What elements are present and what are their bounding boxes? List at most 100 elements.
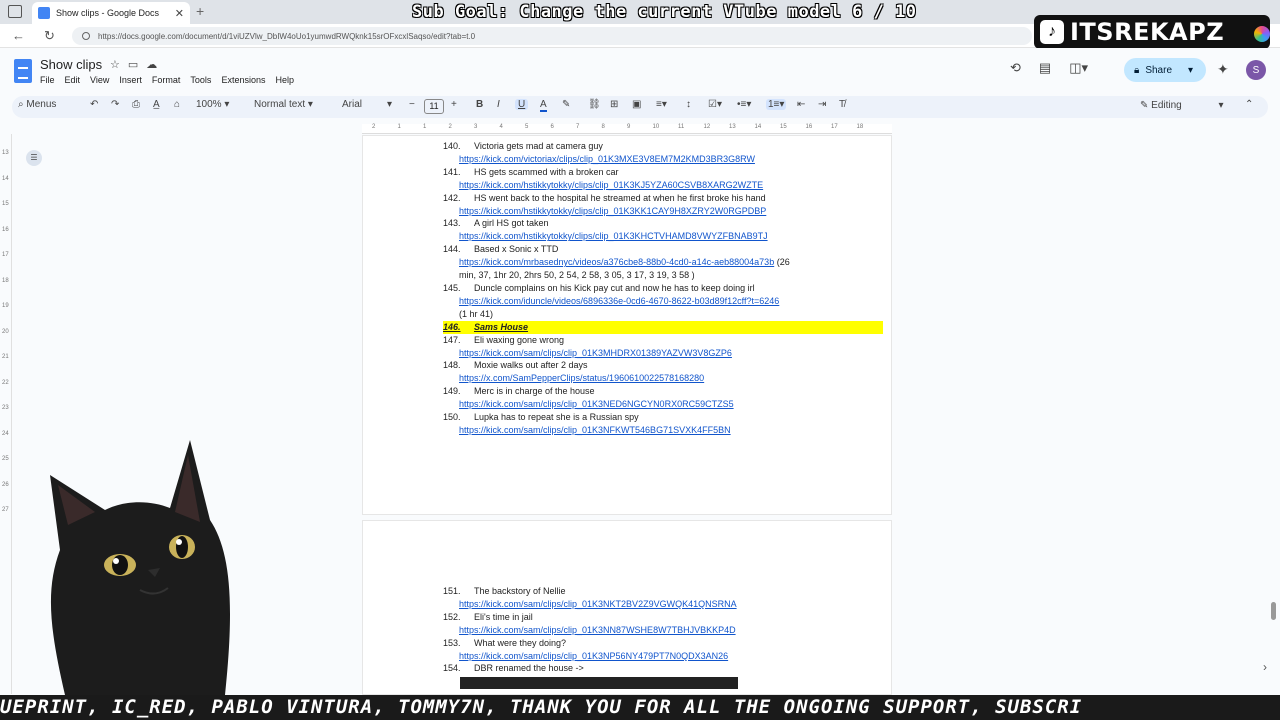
star-icon[interactable]: ☆ (110, 58, 120, 71)
decrease-font-icon[interactable]: − (409, 99, 415, 110)
list-item[interactable]: 147. Eli waxing gone wrong https://kick.co… (443, 334, 883, 360)
copilot-icon[interactable] (1254, 26, 1270, 42)
list-item-heading: 149. Merc is in charge of the house (443, 385, 883, 398)
italic-icon[interactable]: I (497, 99, 500, 110)
style-select[interactable]: Normal text ▾ (254, 99, 313, 110)
document-title[interactable]: Show clips (40, 57, 102, 72)
menu-edit[interactable]: Edit (65, 75, 81, 85)
spellcheck-icon[interactable]: A̲ (153, 99, 160, 110)
scrollbar-thumb[interactable] (1271, 602, 1276, 620)
list-item[interactable]: 149. Merc is in charge of the house https:… (443, 385, 883, 411)
decrease-indent-icon[interactable]: ⇤ (797, 99, 805, 110)
list-item-heading: 141. HS gets scammed with a broken car (443, 166, 883, 179)
url-box[interactable] (72, 27, 1032, 45)
list-item[interactable]: 143. A girl HS got taken https://kick.com/… (443, 217, 883, 243)
avatar[interactable]: S (1246, 60, 1266, 80)
insert-link-icon[interactable]: ⛓ (588, 99, 601, 110)
move-folder-icon[interactable]: ▭ (128, 58, 138, 71)
clip-link[interactable]: https://kick.com/hstikkytokky/clips/clip… (443, 231, 768, 241)
list-item[interactable]: 153. What were they doing? https://kick.co… (443, 637, 883, 663)
print-icon[interactable]: ⎙ (132, 99, 140, 110)
list-item[interactable]: 150. Lupka has to repeat she is a Russian… (443, 411, 883, 437)
list-item[interactable]: 140. Victoria gets mad at camera guy https… (443, 140, 883, 166)
menu-file[interactable]: File (40, 75, 55, 85)
site-info-icon[interactable] (82, 32, 90, 40)
paint-format-icon[interactable]: ⌂ (174, 99, 180, 110)
list-item-title: Duncle complains on his Kick pay cut and… (474, 282, 755, 293)
insert-image-icon[interactable]: ▣ (632, 99, 641, 110)
font-select[interactable]: Arial ▾ (342, 99, 392, 110)
list-item[interactable]: 142. HS went back to the hospital he stre… (443, 192, 883, 218)
list-item[interactable]: 141. HS gets scammed with a broken car htt… (443, 166, 883, 192)
url-input[interactable] (98, 31, 898, 41)
list-item[interactable]: 152. Eli's time in jail https://kick.com/s… (443, 611, 883, 637)
menu-format[interactable]: Format (152, 75, 181, 85)
share-dropdown-icon[interactable]: ▾ (1188, 65, 1193, 76)
text-color-icon[interactable]: A (540, 99, 547, 112)
clip-link[interactable]: https://kick.com/sam/clips/clip_01K3NED6… (443, 399, 734, 409)
list-item[interactable]: 151. The backstory of Nellie https://kick.… (443, 585, 883, 611)
undo-icon[interactable]: ↶ (90, 99, 98, 110)
checklist-icon[interactable]: ☑▾ (708, 99, 722, 110)
list-item[interactable]: 148. Moxie walks out after 2 days https://… (443, 359, 883, 385)
clear-formatting-icon[interactable]: T̸ (839, 99, 845, 110)
editing-mode-select[interactable]: ✎ Editing ▾ (1140, 100, 1224, 111)
clip-link[interactable]: https://kick.com/sam/clips/clip_01K3NN87… (443, 625, 736, 635)
list-item[interactable]: 154. DBR renamed the house -> (443, 662, 883, 675)
gemini-icon[interactable]: ✦ (1217, 61, 1229, 78)
increase-indent-icon[interactable]: ⇥ (818, 99, 826, 110)
new-tab-icon[interactable]: + (196, 3, 204, 19)
link-line: https://kick.com/sam/clips/clip_01K3NN87… (443, 624, 883, 637)
list-item-title: Lupka has to repeat she is a Russian spy (474, 412, 639, 423)
line-spacing-icon[interactable]: ↕ (686, 99, 691, 110)
link-line: https://kick.com/hstikkytokky/clips/clip… (443, 230, 883, 243)
menus-search[interactable]: ⌕ Menus (18, 99, 56, 110)
back-icon[interactable]: ← (12, 28, 25, 43)
vruler-tick-label: 23 (2, 405, 9, 411)
zoom-select[interactable]: 100% ▾ (196, 99, 229, 110)
embedded-image[interactable] (460, 677, 738, 689)
vruler-tick-label: 19 (2, 303, 9, 309)
redo-icon[interactable]: ↷ (111, 99, 119, 110)
side-panel-toggle-icon[interactable]: › (1263, 660, 1267, 674)
clip-link[interactable]: https://kick.com/iduncle/videos/6896336e… (443, 296, 779, 306)
clip-link[interactable]: https://kick.com/mrbasednyc/videos/a376c… (443, 257, 774, 267)
clip-link[interactable]: https://kick.com/hstikkytokky/clips/clip… (443, 206, 766, 216)
bulleted-list-icon[interactable]: •≡▾ (737, 99, 751, 110)
clip-link[interactable]: https://kick.com/hstikkytokky/clips/clip… (443, 180, 763, 190)
bold-icon[interactable]: B (476, 99, 483, 110)
tab-list-icon[interactable] (8, 5, 22, 18)
menu-extensions[interactable]: Extensions (221, 75, 265, 85)
list-item[interactable]: 144. Based x Sonic x TTD https://kick.com/… (443, 243, 883, 282)
menu-help[interactable]: Help (275, 75, 294, 85)
docs-logo-icon[interactable] (14, 59, 32, 83)
clip-link[interactable]: https://kick.com/sam/clips/clip_01K3NKT2… (443, 599, 737, 609)
clip-link[interactable]: https://x.com/SamPepperClips/status/1960… (443, 373, 704, 383)
clip-link[interactable]: https://kick.com/sam/clips/clip_01K3NP56… (443, 651, 728, 661)
clip-link[interactable]: https://kick.com/sam/clips/clip_01K3MHDR… (443, 348, 732, 358)
underline-icon[interactable]: U (515, 99, 529, 110)
list-item[interactable]: 146. Sams House (443, 320, 883, 334)
clip-link[interactable]: https://kick.com/sam/clips/clip_01K3NFKW… (443, 425, 731, 435)
numbered-list-icon[interactable]: 1≡▾ (766, 99, 787, 110)
font-size-input[interactable]: 11 (424, 99, 444, 114)
document-outline-icon[interactable]: ☰ (26, 150, 42, 166)
menu-insert[interactable]: Insert (119, 75, 142, 85)
align-icon[interactable]: ≡▾ (656, 99, 667, 110)
browser-tab[interactable]: Show clips - Google Docs ✕ (32, 2, 190, 24)
increase-font-icon[interactable]: + (451, 99, 457, 110)
menu-tools[interactable]: Tools (190, 75, 211, 85)
reload-icon[interactable]: ↻ (44, 28, 55, 44)
cloud-status-icon[interactable]: ☁ (146, 58, 157, 71)
close-tab-icon[interactable]: ✕ (175, 7, 184, 20)
collapse-menus-icon[interactable]: ⌃ (1245, 99, 1253, 110)
list-item[interactable]: 145. Duncle complains on his Kick pay cut… (443, 282, 883, 321)
version-history-icon[interactable]: ⟲ (1010, 60, 1021, 76)
meet-icon[interactable]: ◫▾ (1069, 60, 1088, 76)
share-button[interactable]: 🔒︎ Share ▾ (1124, 58, 1206, 82)
clip-link[interactable]: https://kick.com/victoriax/clips/clip_01… (443, 154, 755, 164)
add-comment-icon[interactable]: ⊞ (610, 99, 618, 110)
menu-view[interactable]: View (90, 75, 109, 85)
comments-icon[interactable]: ▤ (1039, 60, 1051, 76)
highlight-color-icon[interactable]: ✎ (562, 99, 570, 110)
